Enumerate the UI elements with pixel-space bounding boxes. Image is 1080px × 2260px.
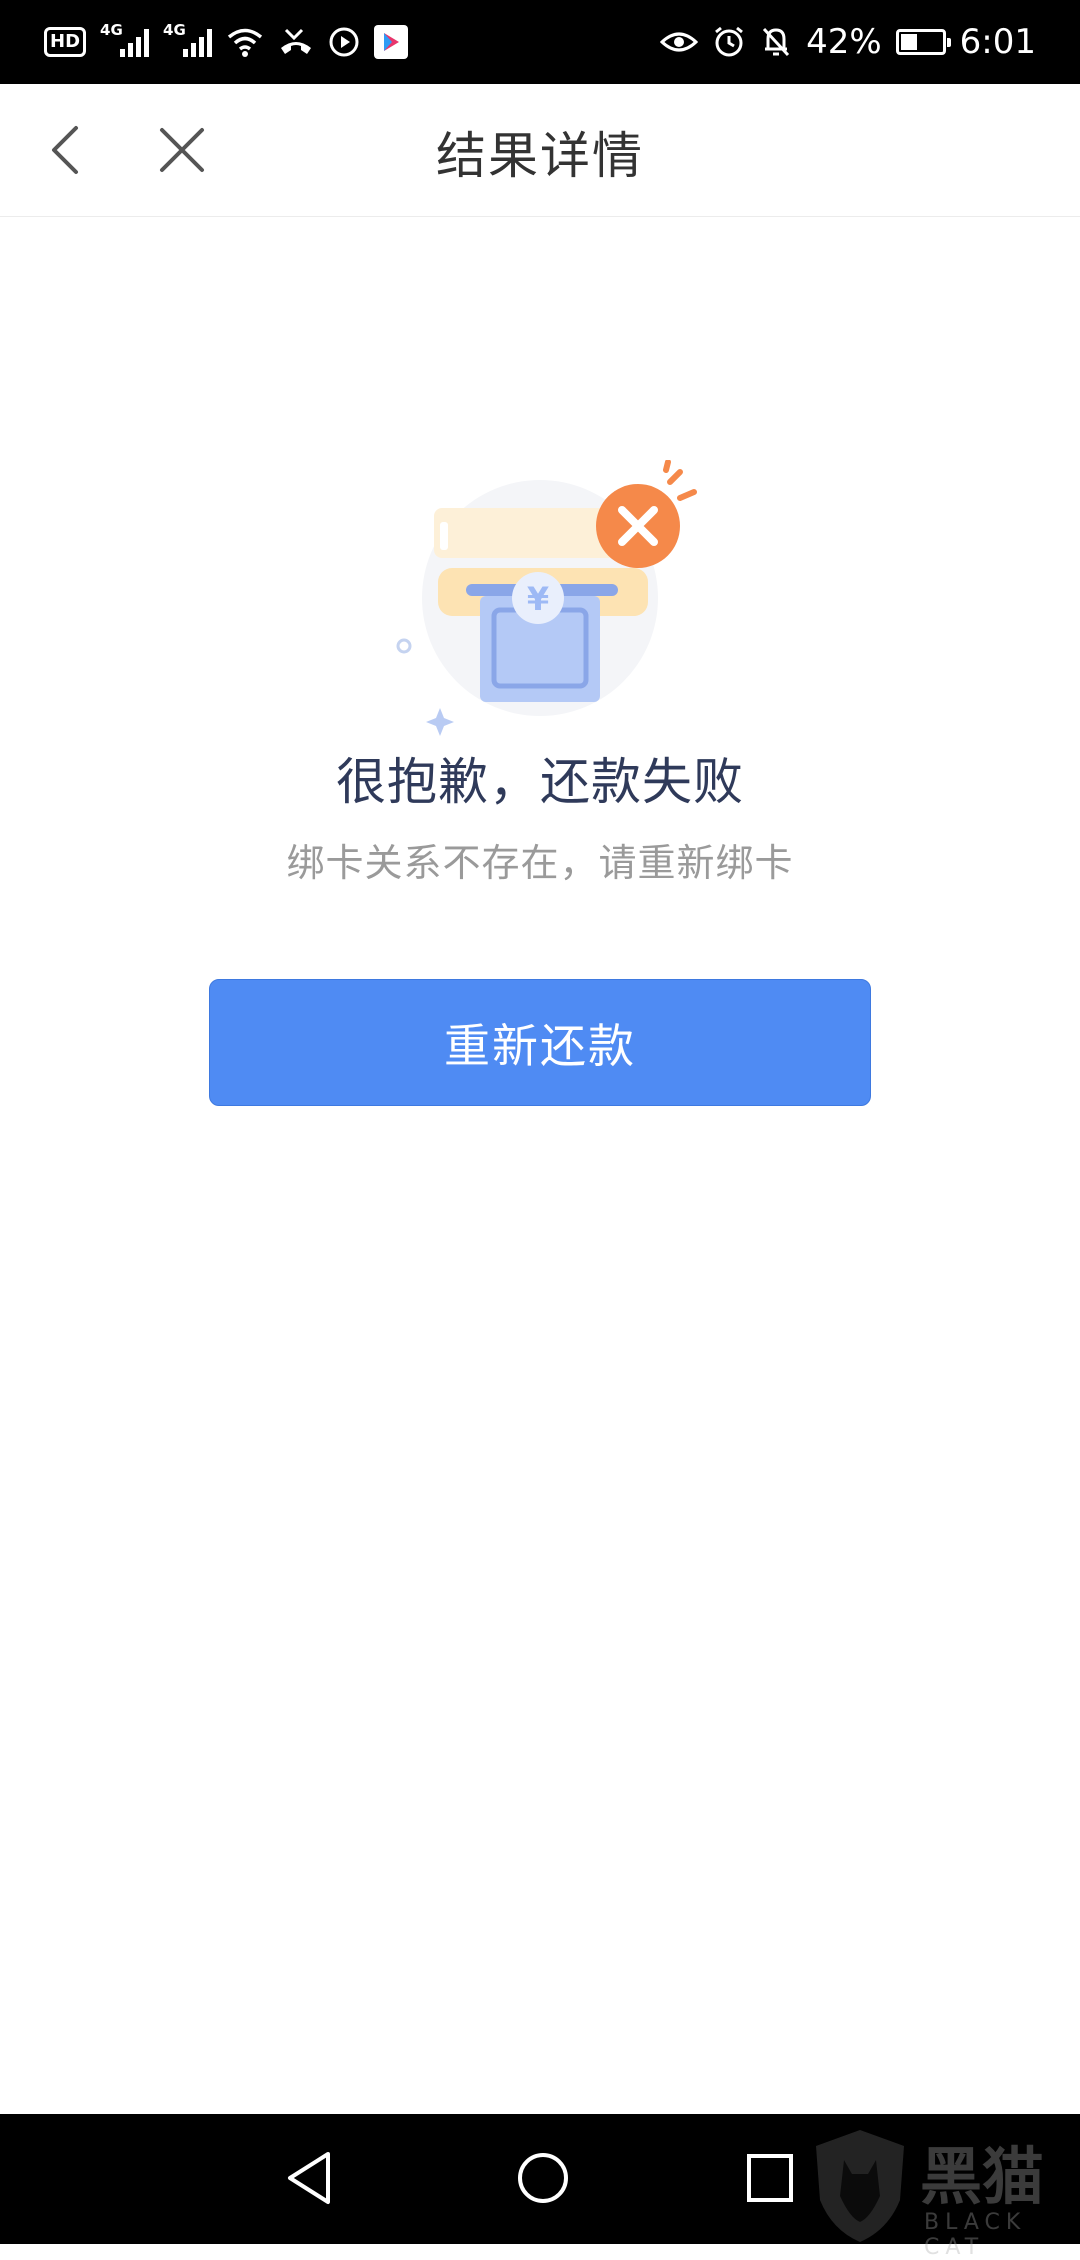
mute-bell-icon <box>762 27 790 57</box>
card-edge <box>440 522 448 550</box>
sparkle-icon <box>426 708 454 736</box>
battery-icon <box>895 29 951 55</box>
result-title: 很抱歉，还款失败 <box>336 753 744 811</box>
burst-lines <box>663 460 697 501</box>
cat-shield-icon <box>816 2130 904 2242</box>
battery-percent: 42% <box>806 22 882 62</box>
yuan-symbol: ¥ <box>527 580 549 618</box>
square-recent-icon[interactable] <box>745 2152 795 2204</box>
result-description: 绑卡关系不存在，请重新绑卡 <box>286 841 794 885</box>
decor-ring <box>396 638 412 654</box>
watermark-text: 黑猫 <box>920 2140 1045 2213</box>
page-title: 结果详情 <box>436 127 644 185</box>
missed-call-icon <box>281 28 312 54</box>
wifi-icon <box>227 28 263 57</box>
watermark-subtext: BLACK CAT <box>924 2210 1027 2260</box>
alarm-icon <box>715 26 743 57</box>
signal-icon-sim1: 4G <box>100 21 150 57</box>
top-nav-bar: 结果详情 <box>0 84 1080 217</box>
hd-badge: HD <box>44 27 87 57</box>
signal-icon-sim2: 4G <box>163 21 213 57</box>
retry-repayment-button[interactable]: 重新还款 <box>209 979 871 1106</box>
status-bar: HD 4G 4G 42% 6:01 <box>0 0 1080 84</box>
eye-comfort-icon <box>660 32 699 52</box>
circle-home-icon[interactable] <box>515 2148 571 2208</box>
clock: 6:01 <box>959 22 1036 62</box>
blackcat-watermark: 黑猫 BLACK CAT <box>810 2126 1080 2260</box>
payment-failed-illustration: ¥ <box>396 460 697 736</box>
youku-icon <box>374 25 409 59</box>
triangle-back-icon[interactable] <box>282 2148 338 2208</box>
play-icon <box>329 27 359 57</box>
